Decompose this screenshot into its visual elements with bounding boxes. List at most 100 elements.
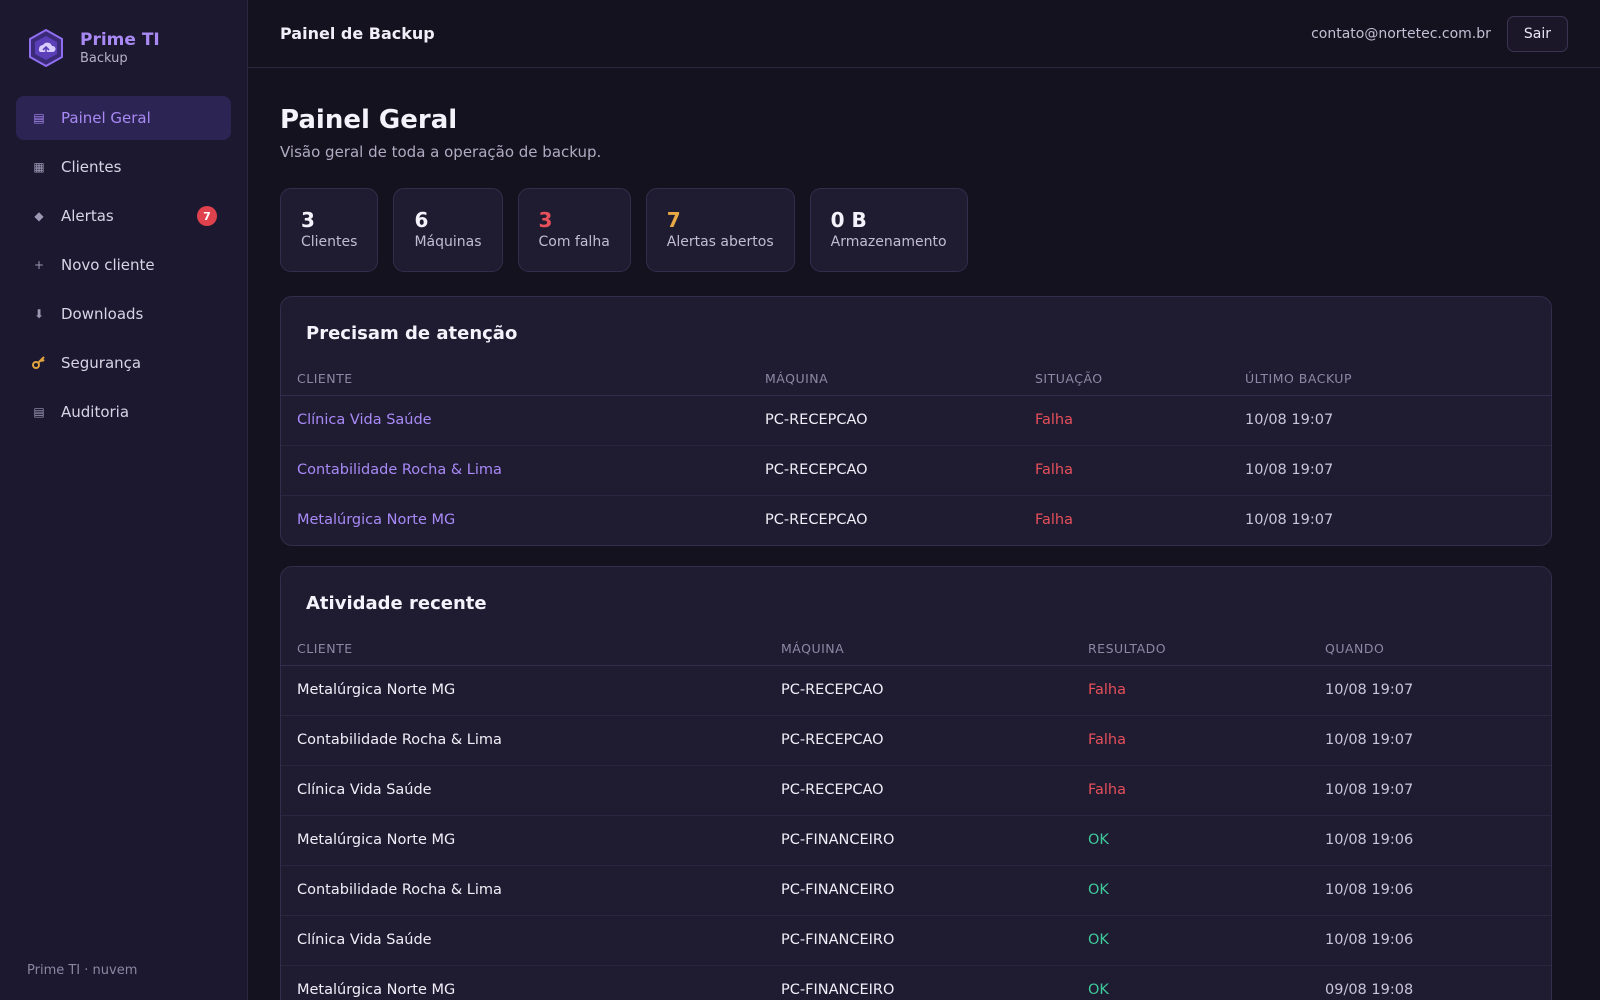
sidebar-item-label: Auditoria [61,403,130,421]
column-header[interactable]: CLIENTE [281,361,749,396]
logout-button[interactable]: Sair [1506,15,1568,52]
download-icon: ⬇ [33,307,45,321]
stat-card-armazenamento: 0 B Armazenamento [809,188,968,272]
column-header[interactable]: SITUAÇÃO [1019,361,1229,396]
sidebar-item-label: Painel Geral [61,109,151,127]
stat-card-maquinas: 6 Máquinas [393,188,503,272]
sidebar-item-alertas[interactable]: ◆ Alertas 7 [16,194,231,238]
stat-label: Máquinas [414,234,482,250]
page-title: Painel Geral [280,105,458,135]
client-cell: Contabilidade Rocha & Lima [281,715,765,766]
client-cell: Metalúrgica Norte MG [281,815,765,866]
column-header[interactable]: RESULTADO [1072,631,1309,666]
list-icon: ▤ [33,405,45,419]
column-header[interactable]: ÚLTIMO BACKUP [1229,361,1551,396]
sidebar-item-seguranca[interactable]: Segurança [16,341,231,385]
alert-count-badge: 7 [197,206,217,226]
stat-card-clientes: 3 Clientes [280,188,379,272]
grid-icon: ▦ [33,160,45,174]
sidebar-item-clientes[interactable]: ▦ Clientes [16,145,231,189]
column-header[interactable]: MÁQUINA [749,361,1019,396]
machine-cell: PC-RECEPCAO [765,665,1072,716]
stat-label: Alertas abertos [666,234,774,250]
table-row: Metalúrgica Norte MG PC-FINANCEIRO OK 10… [281,815,1551,866]
sidebar-item-novo-cliente[interactable]: + Novo cliente [16,243,231,287]
result-cell: Falha [1072,665,1309,716]
machine-cell: PC-FINANCEIRO [781,982,895,999]
panel-title: Atividade recente [306,593,487,614]
table-header-row: CLIENTE MÁQUINA RESULTADO QUANDO [281,631,1551,666]
dashboard-icon: ▤ [33,111,45,125]
column-header[interactable]: CLIENTE [281,631,765,666]
last-backup-cell: 10/08 19:07 [1229,445,1551,496]
status-cell: Falha [1035,512,1073,529]
client-cell: Contabilidade Rocha & Lima [281,865,765,916]
machine-cell: PC-FINANCEIRO [765,815,1072,866]
page-subtitle: Visão geral de toda a operação de backup… [280,143,602,161]
machine-cell: PC-FINANCEIRO [765,915,1072,966]
sidebar-item-auditoria[interactable]: ▤ Auditoria [16,390,231,434]
machine-cell: PC-RECEPCAO [765,715,1072,766]
table-row: Contabilidade Rocha & Lima PC-RECEPCAO F… [281,715,1551,766]
machine-cell: PC-RECEPCAO [749,445,1019,496]
result-cell: OK [1072,815,1309,866]
column-header[interactable]: QUANDO [1309,631,1551,666]
sidebar: Prime TI Backup ▤ Painel Geral ▦ Cliente… [0,0,248,1000]
stat-label: Armazenamento [830,234,947,250]
table-row: Contabilidade Rocha & Lima PC-FINANCEIRO… [281,865,1551,916]
sidebar-item-label: Downloads [61,305,144,323]
brand-name: Prime TI [80,29,160,50]
app-title: Painel de Backup [280,24,435,43]
table-row: Clínica Vida Saúde PC-RECEPCAO Falha 10/… [281,395,1551,446]
attention-table: CLIENTE MÁQUINA SITUAÇÃO ÚLTIMO BACKUP C… [281,361,1551,545]
result-cell: OK [1072,915,1309,966]
client-cell: Clínica Vida Saúde [281,765,765,816]
topbar: Painel de Backup contato@nortetec.com.br… [248,0,1600,68]
stat-value: 3 [538,208,553,232]
last-backup-cell: 10/08 19:07 [1229,395,1551,446]
stat-value: 3 [301,208,315,232]
sidebar-item-label: Clientes [61,158,122,176]
client-link[interactable]: Contabilidade Rocha & Lima [281,445,749,496]
when-cell: 10/08 19:07 [1309,765,1551,816]
when-cell: 10/08 19:06 [1309,915,1551,966]
client-cell: Clínica Vida Saúde [281,915,765,966]
status-cell: Falha [1019,395,1229,446]
key-icon [32,355,46,372]
client-link[interactable]: Metalúrgica Norte MG [281,495,749,545]
brand[interactable]: Prime TI Backup [16,0,231,96]
stat-label: Com falha [538,234,610,250]
sidebar-item-painel-geral[interactable]: ▤ Painel Geral [16,96,231,140]
machine-cell: PC-RECEPCAO [765,765,1072,816]
sidebar-item-label: Alertas [61,207,114,225]
table-row: Metalúrgica Norte MG PC-FINANCEIRO OK 09… [281,965,1551,1000]
client-cell: Metalúrgica Norte MG [281,665,765,716]
user-email: contato@nortetec.com.br [1311,25,1491,42]
result-cell: OK [1088,982,1109,999]
stat-label: Clientes [301,234,358,250]
panel-title: Precisam de atenção [306,323,518,344]
main-area: Painel de Backup contato@nortetec.com.br… [248,0,1600,1000]
sidebar-item-downloads[interactable]: ⬇ Downloads [16,292,231,336]
stats-row: 3 Clientes 6 Máquinas 3 Com falha 7 Aler… [280,188,1552,272]
stat-value: 7 [666,208,681,232]
table-row: Metalúrgica Norte MG PC-RECEPCAO Falha 1… [281,665,1551,716]
cloud-shield-logo-icon [29,28,63,68]
last-backup-cell: 10/08 19:07 [1245,512,1334,529]
sidebar-footer: Prime TI · nuvem [27,963,138,978]
status-cell: Falha [1019,445,1229,496]
machine-cell: PC-RECEPCAO [749,395,1019,446]
client-link[interactable]: Clínica Vida Saúde [281,395,749,446]
activity-panel: Atividade recente CLIENTE MÁQUINA RESULT… [280,566,1552,1000]
when-cell: 10/08 19:06 [1309,865,1551,916]
client-cell: Metalúrgica Norte MG [297,982,456,999]
activity-table: CLIENTE MÁQUINA RESULTADO QUANDO Metalúr… [281,631,1551,1000]
result-cell: Falha [1072,715,1309,766]
when-cell: 10/08 19:06 [1309,815,1551,866]
stat-card-com-falha: 3 Com falha [517,188,631,272]
machine-cell: PC-RECEPCAO [765,512,868,529]
machine-cell: PC-FINANCEIRO [765,865,1072,916]
plus-icon: + [33,258,45,272]
column-header[interactable]: MÁQUINA [765,631,1072,666]
table-row: Contabilidade Rocha & Lima PC-RECEPCAO F… [281,445,1551,496]
